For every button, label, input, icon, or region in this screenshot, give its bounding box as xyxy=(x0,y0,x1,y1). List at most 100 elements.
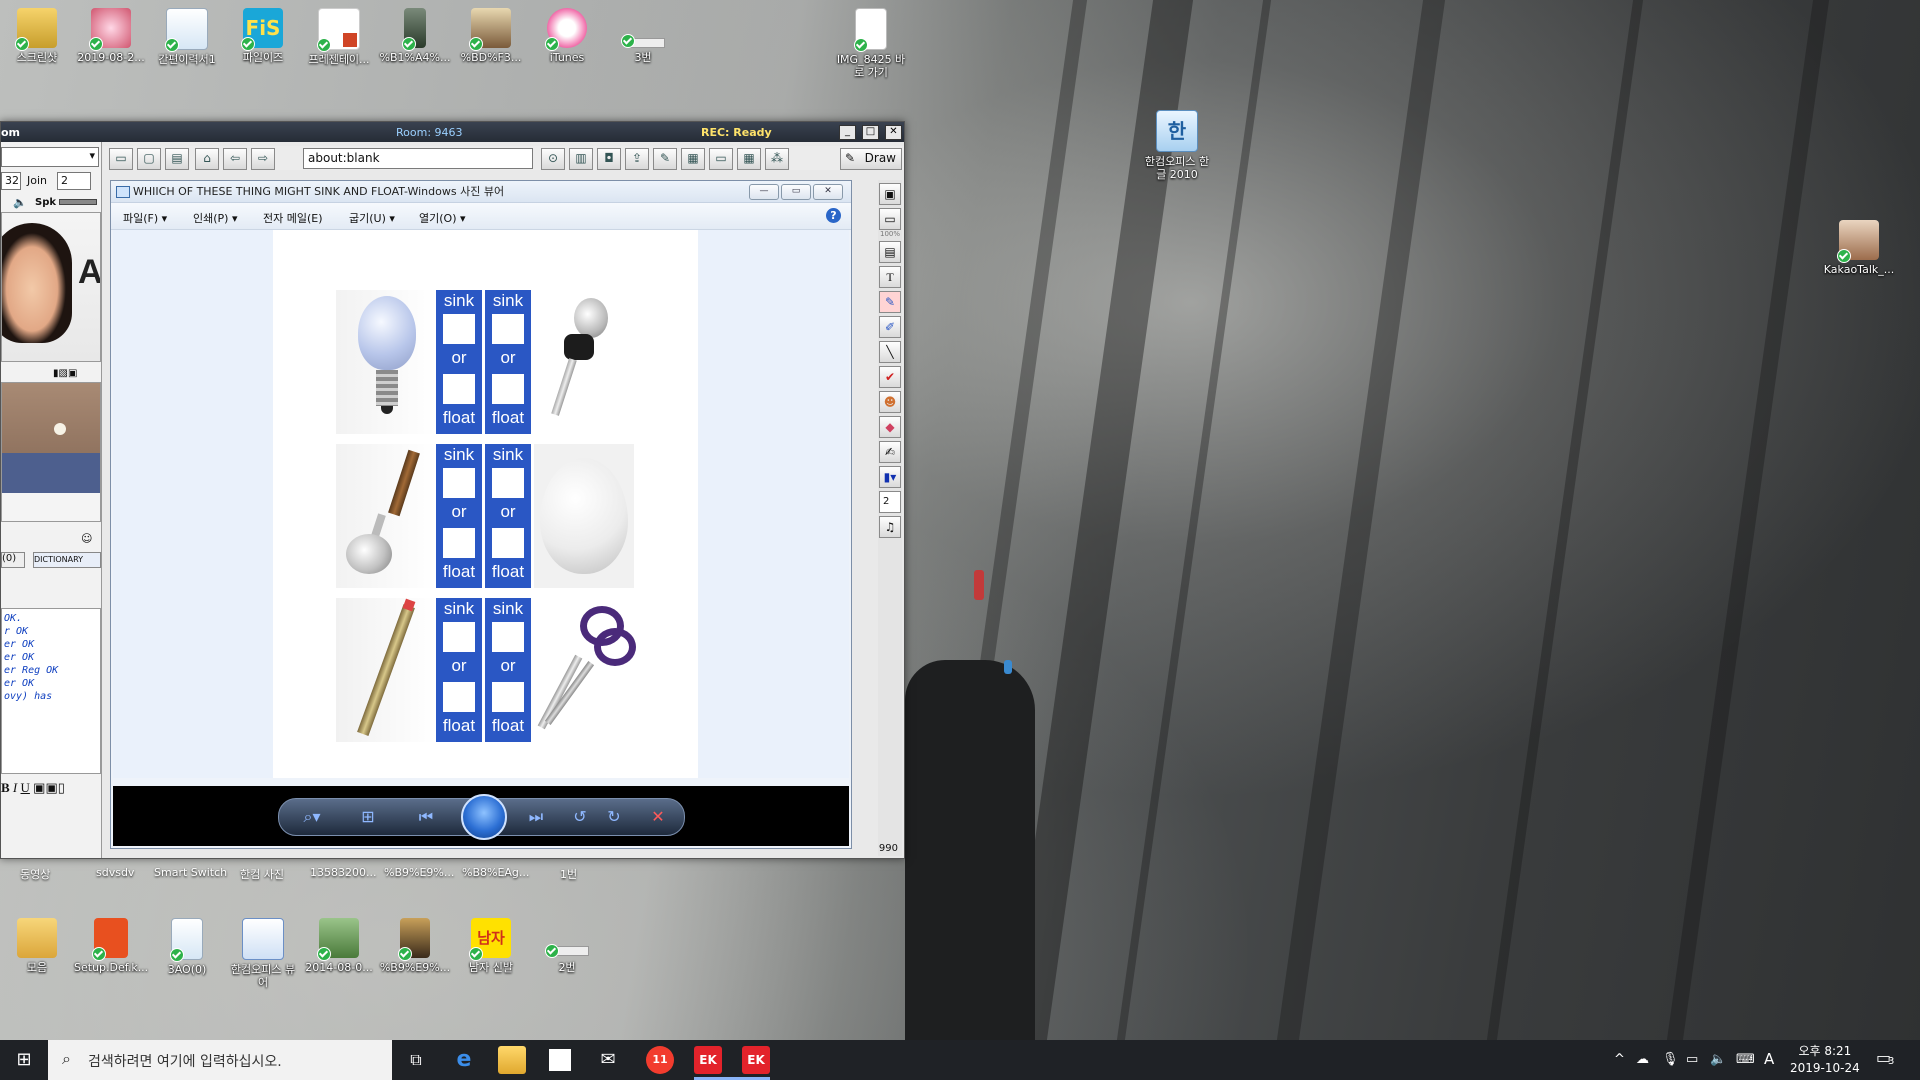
check-tool-icon[interactable]: ✔ xyxy=(879,366,901,388)
store-icon[interactable] xyxy=(546,1046,574,1074)
answer-box-float[interactable] xyxy=(492,682,524,712)
desktop-icon-kakaotalk[interactable]: KakaoTalk_... xyxy=(1822,220,1896,276)
desktop-icon-3ao[interactable]: 3AO(0) xyxy=(150,918,224,976)
back-icon[interactable]: ⇦ xyxy=(223,148,247,170)
line-tool-icon[interactable]: ╲ xyxy=(879,341,901,363)
viewer-maximize-button[interactable]: ▭ xyxy=(781,184,811,200)
desktop-icon-screenshot[interactable]: 스크린샷 xyxy=(0,8,74,64)
tray-cloud-icon[interactable]: ☁ xyxy=(1636,1052,1649,1067)
network-icon[interactable]: ▭ xyxy=(1686,1052,1698,1067)
share-icon[interactable]: ⇪ xyxy=(625,148,649,170)
monitor-icon[interactable]: ▭ xyxy=(709,148,733,170)
desktop-icon-file-b9e9[interactable]: %B9%E9%... xyxy=(378,918,452,974)
color-picker-icon[interactable]: ▮▾ xyxy=(879,466,901,488)
url-input[interactable]: about:blank xyxy=(303,148,533,169)
desktop-icon-mens-shoes[interactable]: 남자 남자 신발 xyxy=(454,918,528,974)
speaker-icon[interactable]: 🔈 xyxy=(13,196,27,209)
forward-icon[interactable]: ⇨ xyxy=(251,148,275,170)
eraser-tool-icon[interactable]: ◆ xyxy=(879,416,901,438)
answer-box-float[interactable] xyxy=(492,528,524,558)
desktop-icon-2014-photo[interactable]: 2014-08-0... xyxy=(302,918,376,974)
panel-tab-count[interactable]: (0) xyxy=(1,552,25,568)
desktop-icon-hancom-viewer[interactable]: 한컴오피스 뷰어 xyxy=(226,918,300,989)
viewer-close-button[interactable]: ✕ xyxy=(813,184,843,200)
answer-box-float[interactable] xyxy=(492,374,524,404)
start-button[interactable]: ⊞ xyxy=(0,1040,48,1080)
menu-open[interactable]: 열기(O) ▾ xyxy=(419,210,466,226)
menu-file[interactable]: 파일(F) ▾ xyxy=(123,210,167,226)
answer-box-sink[interactable] xyxy=(443,622,475,652)
menu-email[interactable]: 전자 메일(E) xyxy=(263,210,323,226)
app-titlebar[interactable]: om Room: 9463 REC: Ready _ □ ✕ xyxy=(1,122,904,142)
answer-box-float[interactable] xyxy=(443,682,475,712)
text-tool-icon[interactable]: T xyxy=(879,266,901,288)
volume-icon[interactable]: 🔈 xyxy=(1710,1052,1726,1067)
delete-icon[interactable]: ✕ xyxy=(647,807,669,827)
capture-icon[interactable]: ▣ xyxy=(879,183,901,205)
desktop-label-smart-switch[interactable]: Smart Switch xyxy=(154,866,227,879)
desktop-icon-presentation[interactable]: 프레젠테이... xyxy=(302,8,376,66)
help-icon[interactable]: ? xyxy=(826,208,841,223)
answer-box-sink[interactable] xyxy=(443,314,475,344)
camera-icon[interactable]: ◘ xyxy=(597,148,621,170)
file-explorer-icon[interactable] xyxy=(498,1046,526,1074)
user-icon[interactable]: ☺ xyxy=(81,532,92,545)
desktop-icon-fileis[interactable]: FiS 파일이즈 xyxy=(226,8,300,64)
options-icon[interactable]: ⁂ xyxy=(765,148,789,170)
desktop-icon-setup-office[interactable]: Setup.Def.k... xyxy=(74,918,148,974)
pen-size-stepper[interactable]: 2 xyxy=(879,491,901,513)
answer-box-sink[interactable] xyxy=(443,468,475,498)
ek-app-icon[interactable]: EK xyxy=(694,1046,722,1074)
answer-box-sink[interactable] xyxy=(492,622,524,652)
zoom-icon[interactable]: ⌕▾ xyxy=(301,807,323,827)
desktop-label-1[interactable]: 1번 xyxy=(560,866,577,882)
desktop-icon-file-bd[interactable]: %BD%F3... xyxy=(454,8,528,64)
fill-tool-icon[interactable]: ✍ xyxy=(879,441,901,463)
viewer-titlebar[interactable]: WHIICH OF THESE THING MIGHT SINK AND FLO… xyxy=(111,181,851,203)
viewer-minimize-button[interactable]: — xyxy=(749,184,779,200)
desktop-icon-resume[interactable]: 간편이력서1 xyxy=(150,8,224,66)
answer-box-sink[interactable] xyxy=(492,468,524,498)
folder-icon[interactable]: ▭ xyxy=(879,208,901,230)
refresh-icon[interactable]: ⊙ xyxy=(541,148,565,170)
join-field[interactable]: 2 xyxy=(57,172,91,190)
tray-expand-icon[interactable]: ^ xyxy=(1614,1052,1625,1067)
desktop-label-b8ea[interactable]: %B8%EAg... xyxy=(462,866,529,879)
desktop-icon-file-3[interactable]: 3번 xyxy=(606,8,680,64)
slideshow-button[interactable] xyxy=(461,794,507,840)
desktop-icon-file-b1[interactable]: %B1%A4%... xyxy=(378,8,452,64)
draw-button[interactable]: ✎ Draw xyxy=(840,148,902,170)
text-format-toolbar[interactable]: B I U ▣▣▯ xyxy=(1,780,101,802)
ime-indicator[interactable]: A xyxy=(1764,1050,1774,1068)
keyboard-icon[interactable]: ⌨ xyxy=(1736,1052,1755,1067)
desktop-icon-img8425-shortcut[interactable]: IMG_8425 바로 가기 xyxy=(834,8,908,79)
desktop-label-sdvsdv[interactable]: sdvsdv xyxy=(96,866,134,879)
desktop-label-b9e9[interactable]: %B9%E9%... xyxy=(384,866,454,879)
desktop-icon-file-2[interactable]: 2번 xyxy=(530,918,604,974)
task-view-icon[interactable]: ⧉ xyxy=(402,1046,430,1074)
speaker-volume-slider[interactable] xyxy=(59,199,97,205)
save-icon[interactable]: ▤ xyxy=(879,241,901,263)
desktop-icon-collection[interactable]: 모음 xyxy=(0,918,74,974)
menu-print[interactable]: 인쇄(P) ▾ xyxy=(193,210,238,226)
answer-box-float[interactable] xyxy=(443,528,475,558)
desktop-icon-itunes[interactable]: iTunes xyxy=(530,8,604,64)
system-clock[interactable]: 오후 8:21 2019-10-24 xyxy=(1790,1043,1860,1077)
actual-size-icon[interactable]: ⊞ xyxy=(357,807,379,827)
home-icon[interactable]: ⌂ xyxy=(195,148,219,170)
music-icon[interactable]: ♫ xyxy=(879,516,901,538)
rotate-right-icon[interactable]: ↻ xyxy=(603,807,625,827)
count-field[interactable]: 32 xyxy=(1,172,21,190)
document-icon[interactable]: ▥ xyxy=(569,148,593,170)
bookmark-icon[interactable]: ▤ xyxy=(165,148,189,170)
rotate-left-icon[interactable]: ↺ xyxy=(569,807,591,827)
desktop-label-hancom-photo[interactable]: 한컴 사진 xyxy=(240,866,284,882)
11st-icon[interactable]: 11 xyxy=(646,1046,674,1074)
taskbar-search-box[interactable]: ⌕ 검색하려면 여기에 입력하십시오. xyxy=(48,1040,392,1080)
stamp-tool-icon[interactable]: ☻ xyxy=(879,391,901,413)
edge-icon[interactable]: e xyxy=(450,1046,478,1074)
minimize-button[interactable]: _ xyxy=(839,125,856,140)
link-icon[interactable]: ✎ xyxy=(653,148,677,170)
ek-app-icon-2[interactable]: EK xyxy=(742,1046,770,1074)
mail-icon[interactable]: ✉ xyxy=(594,1046,622,1074)
